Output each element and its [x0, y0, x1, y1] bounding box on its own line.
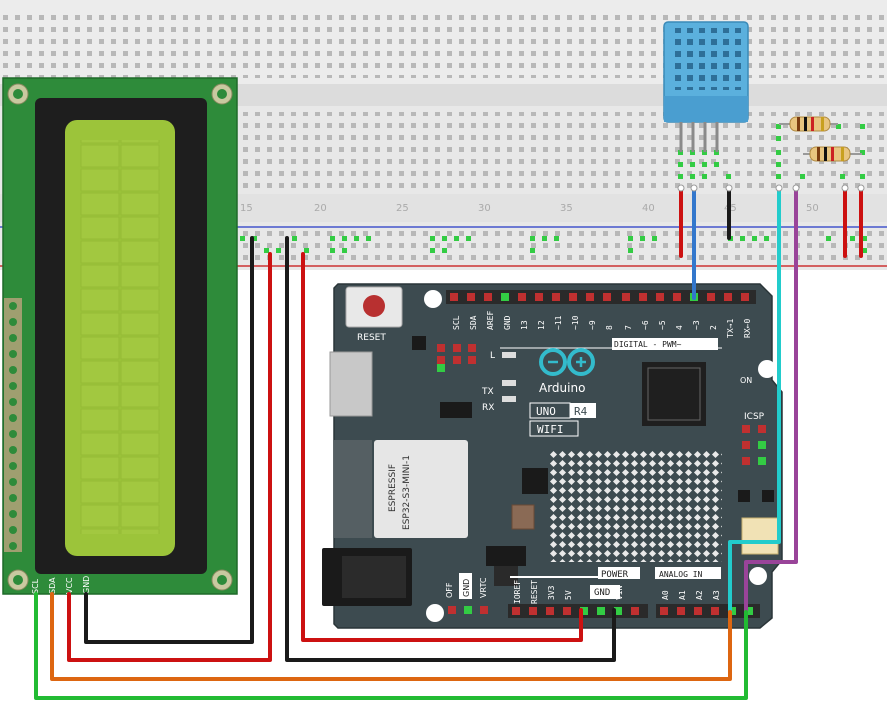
mcu-chip — [642, 362, 706, 426]
column-number: 35 — [560, 203, 573, 214]
off-label: OFF — [445, 582, 454, 598]
icsp-label: ICSP — [744, 412, 765, 422]
power-header-label: POWER — [601, 570, 629, 580]
digital-pin-label: ~5 — [658, 320, 667, 330]
power-pin-label: IOREF — [513, 580, 522, 604]
digital-pin-label: 13 — [520, 320, 529, 330]
led-l-label: L — [490, 351, 495, 361]
esp32-module: ESPRESSIF ESP32-S3-MINI-1 — [334, 440, 468, 538]
module-line2: ESP32-S3-MINI-1 — [402, 455, 412, 530]
digital-pin-label: SDA — [469, 315, 478, 330]
column-number: 20 — [314, 203, 327, 214]
power-pin-label: RESET — [530, 580, 539, 604]
reset-label: RESET — [357, 333, 386, 343]
vrtc-label: VRTC — [479, 577, 488, 598]
model-label: UNO — [536, 405, 556, 418]
module-line1: ESPRESSIF — [388, 464, 398, 512]
power-pin-label: 5V — [564, 590, 573, 600]
tx-label: TX — [481, 387, 494, 397]
revision-label: R4 — [574, 405, 588, 418]
power-header — [508, 604, 648, 618]
digital-pin-label: TX→1 — [726, 319, 735, 338]
arduino-board[interactable]: RESET ESPRESSIF ESP32-S3-MINI-1 SCL SDA … — [322, 283, 783, 629]
lcd-pin-label: GND — [82, 576, 91, 594]
digital-pin-label: GND — [503, 315, 512, 330]
power-gnd-label: GND — [594, 588, 610, 598]
column-number: 25 — [396, 203, 409, 214]
digital-pin-label: ~10 — [571, 315, 580, 330]
rx-label: RX — [482, 403, 494, 413]
reset-button[interactable] — [345, 286, 403, 328]
column-number: 30 — [478, 203, 491, 214]
lcd-module[interactable]: SCL SDA VCC GND — [2, 77, 238, 595]
digital-pin-label: ~3 — [692, 320, 701, 330]
digital-pin-label: ~9 — [588, 320, 597, 330]
lcd-pin-label: SDA — [48, 577, 57, 594]
usb-connector — [329, 351, 373, 417]
digital-pin-label: SCL — [452, 315, 461, 330]
digital-pin-label: 4 — [675, 325, 684, 330]
digital-pin-label: 2 — [709, 325, 718, 330]
led-matrix — [550, 450, 722, 562]
lcd-pin-label: SCL — [31, 578, 40, 594]
digital-pin-label: AREF — [486, 311, 495, 330]
digital-header-label: DIGITAL - PWM~ — [614, 340, 682, 349]
digital-pin-label: 7 — [624, 325, 633, 330]
lcd-pin-label: VCC — [65, 577, 74, 594]
digital-pin-label: ~6 — [641, 320, 650, 330]
column-number: 40 — [642, 203, 655, 214]
qwiic-connector — [741, 517, 779, 555]
on-label: ON — [740, 376, 752, 385]
column-number: 50 — [806, 203, 819, 214]
analog-pin-label: A0 — [661, 590, 670, 600]
column-number: 15 — [240, 203, 253, 214]
power-pin-label: 3V3 — [547, 585, 556, 600]
analog-header-label: ANALOG IN — [659, 570, 703, 579]
digital-pin-label: 8 — [605, 325, 614, 330]
brand-label: Arduino — [539, 381, 585, 395]
digital-pin-label: 12 — [537, 320, 546, 330]
analog-pin-label: A3 — [712, 590, 721, 600]
analog-pin-label: A2 — [695, 590, 704, 600]
circuit-diagram: 15 20 25 30 35 40 45 50 SCL SDA VCC GND … — [0, 0, 887, 700]
digital-pin-label: ~11 — [554, 315, 563, 330]
power-jack — [322, 548, 412, 606]
digital-pin-label: RX←0 — [743, 319, 752, 338]
gnd-small-label: GND — [462, 579, 471, 597]
analog-pin-label: A1 — [678, 590, 687, 600]
wifi-label: WIFI — [537, 423, 564, 436]
